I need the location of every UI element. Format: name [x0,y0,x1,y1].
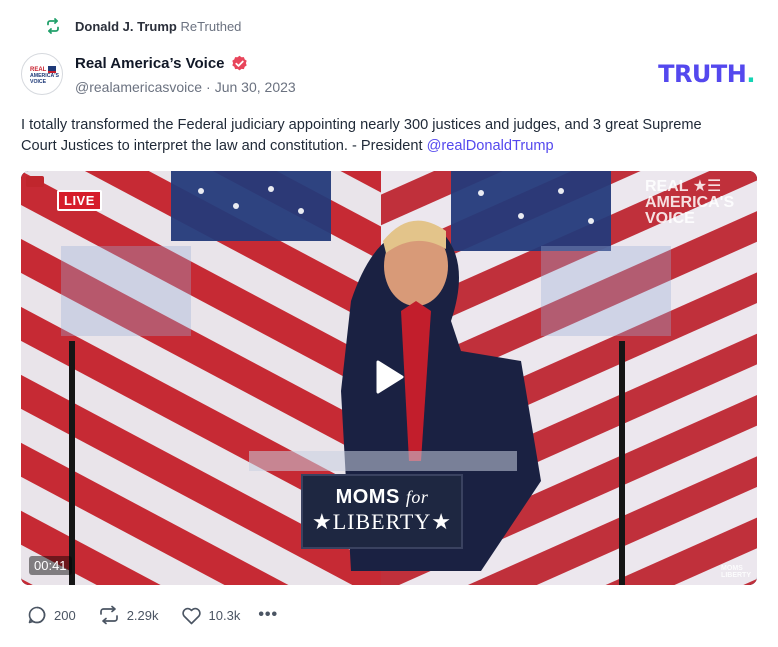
podium-text-for: for [405,487,429,507]
corner-mark-line-2: LIBERTY [721,572,751,579]
truth-logo[interactable]: TRUTH. [658,60,755,88]
meta-separator: · [206,79,211,95]
more-icon: ••• [258,606,279,623]
video-player[interactable]: LIVE REAL ★☰ AMERICA'S VOICE MOMS for ★L… [21,171,757,585]
podium-text-liberty: ★LIBERTY★ [311,509,452,534]
watermark-line-3: VOICE [645,210,695,227]
reply-button[interactable]: 200 [27,605,76,625]
like-count: 10.3k [208,607,241,623]
like-button[interactable]: 10.3k [181,606,241,625]
truth-logo-text: TRUTH [658,60,747,88]
more-options-button[interactable]: ••• [258,606,278,624]
post-date[interactable]: Jun 30, 2023 [215,79,296,95]
retruth-count: 2.29k [126,607,159,623]
retruth-row: Donald J. Trump ReTruthed [45,18,241,34]
play-button[interactable] [369,353,409,401]
reply-icon [28,606,46,624]
account-name[interactable]: Real America’s Voice [75,55,225,72]
post-text: I totally transformed the Federal judici… [21,117,702,154]
verified-badge-icon [231,55,248,72]
avatar-text-3: VOICE [30,79,47,85]
post-actions: 200 2.29k 10.3k ••• [27,605,278,625]
post-header: REAL AMERICA'S VOICE Real America’s Voic… [21,53,757,99]
channel-watermark: REAL ★☰ AMERICA'S VOICE [645,179,749,227]
channel-mark-icon [26,176,44,187]
truth-logo-dot: . [746,60,755,88]
podium-sign: MOMS for ★LIBERTY★ [301,474,463,549]
reply-count: 200 [54,607,76,623]
podium-text-moms: MOMS [335,486,400,508]
retruth-author[interactable]: Donald J. Trump [75,19,177,34]
play-icon [376,360,404,394]
watermark-line-2: AMERICA'S [645,194,735,211]
retruth-button[interactable]: 2.29k [98,605,159,625]
post-body: I totally transformed the Federal judici… [21,115,741,157]
video-duration: 00:41 [29,556,72,575]
corner-watermark: MOMS LIBERTY [721,565,751,579]
account-handle[interactable]: @realamericasvoice [75,79,202,95]
retruth-label: ReTruthed [180,18,242,34]
corner-mark-line-1: MOMS [721,565,743,572]
heart-icon [181,607,201,624]
live-badge: LIVE [57,190,102,211]
retruth-icon [45,18,61,34]
retruth-action-icon [99,605,118,625]
avatar[interactable]: REAL AMERICA'S VOICE [21,53,63,95]
mention-link[interactable]: @realDonaldTrump [427,138,554,154]
watermark-line-1: REAL ★☰ [645,178,722,195]
